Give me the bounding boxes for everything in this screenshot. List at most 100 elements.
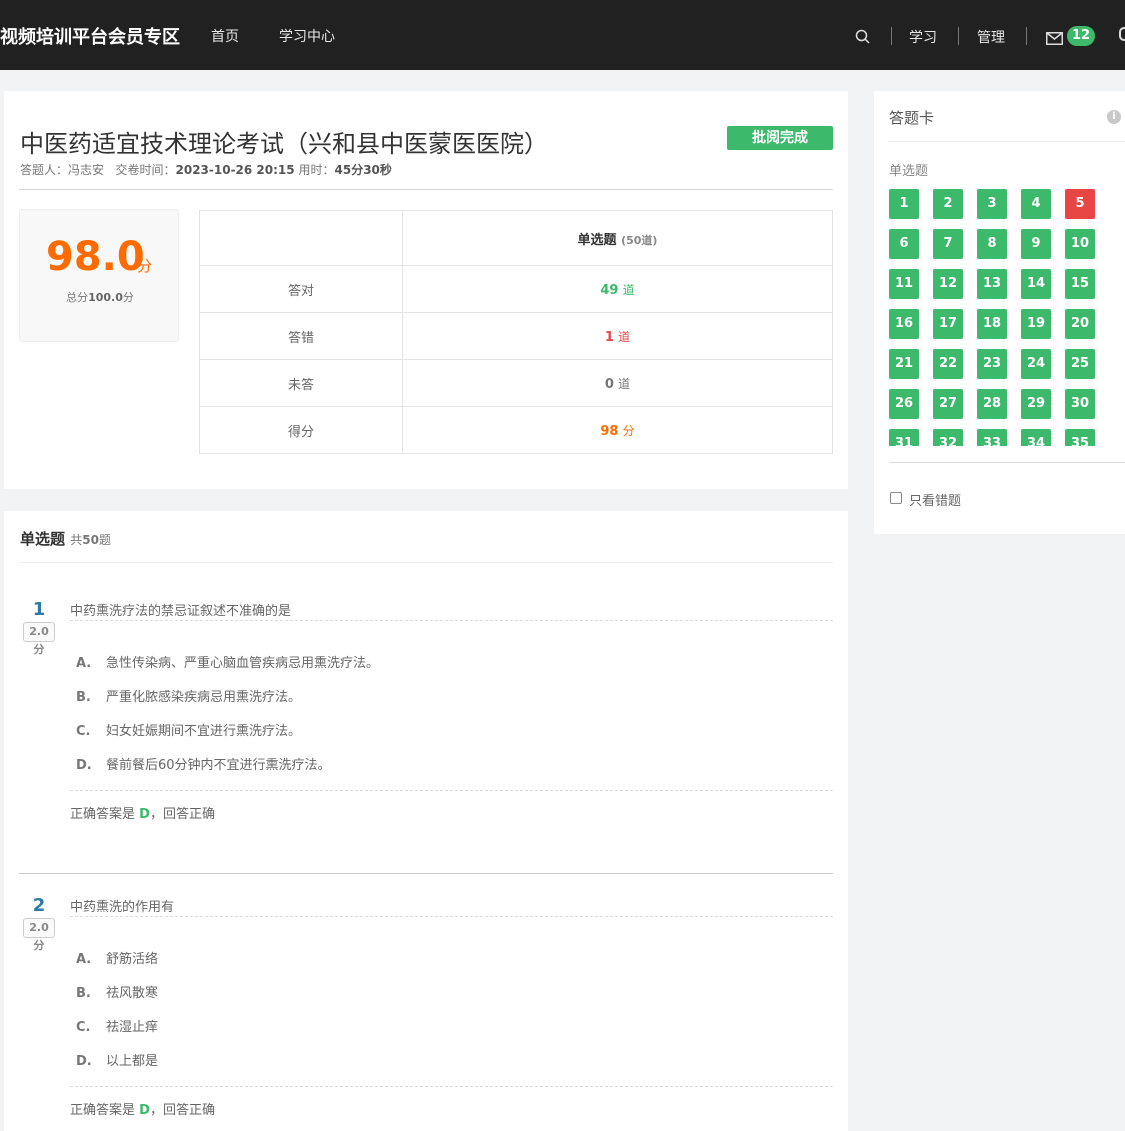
option-a: A. 急性传染病、严重心脑血管疾病忌用熏洗疗法。 [76, 656, 380, 671]
nav-separator [1026, 27, 1027, 45]
score-unit: 分 [137, 257, 153, 275]
question-number: 2 [32, 895, 46, 916]
review-status-badge: 批阅完成 [727, 126, 833, 150]
dashed-divider [70, 1086, 833, 1087]
nav-link-learning-center[interactable]: 学习中心 [279, 26, 335, 46]
stats-row-score: 得分 98 分 [199, 406, 833, 454]
answer-cell-13[interactable]: 13 [977, 269, 1007, 299]
answer-result: 正确答案是 D，回答正确 [70, 1103, 215, 1118]
answer-cell-26[interactable]: 26 [889, 389, 919, 419]
option-d: D. 餐前餐后60分钟内不宜进行熏洗疗法。 [76, 758, 331, 773]
divider [19, 189, 833, 190]
stats-row-correct: 答对 49 道 [199, 265, 833, 313]
answer-cell-10[interactable]: 10 [1065, 229, 1095, 259]
answer-cell-31[interactable]: 31 [889, 429, 919, 446]
option-b: B. 祛风散寒 [76, 986, 159, 1001]
answer-cell-35[interactable]: 35 [1065, 429, 1095, 446]
answer-cell-17[interactable]: 17 [933, 309, 963, 339]
nav-separator [958, 27, 959, 45]
duration-seconds: 30 [363, 163, 380, 177]
section-title: 单选题 共50题 [20, 530, 111, 548]
stats-row-unanswered: 未答 0 道 [199, 359, 833, 407]
stats-table: 单选题 (50道) 答对 49 道 答错 1 道 未答 0 道 得分 98 分 [199, 210, 833, 454]
divider [889, 462, 1125, 463]
divider [19, 562, 833, 563]
answer-cell-22[interactable]: 22 [933, 349, 963, 379]
answer-cell-4[interactable]: 4 [1021, 189, 1051, 219]
answer-cell-16[interactable]: 16 [889, 309, 919, 339]
submit-time: 2023-10-26 20:15 [175, 163, 295, 177]
answer-cell-3[interactable]: 3 [977, 189, 1007, 219]
dashed-divider [70, 790, 833, 791]
nav-link-home[interactable]: 首页 [211, 26, 239, 46]
answerer-name: 冯志安 [68, 163, 105, 177]
answer-cell-24[interactable]: 24 [1021, 349, 1051, 379]
answer-cell-25[interactable]: 25 [1065, 349, 1095, 379]
answer-cell-5[interactable]: 5 [1065, 189, 1095, 219]
answer-cell-28[interactable]: 28 [977, 389, 1007, 419]
answer-cell-2[interactable]: 2 [933, 189, 963, 219]
option-a: A. 舒筋活络 [76, 952, 159, 967]
question-points: 2.0分 [23, 918, 55, 952]
message-count-badge[interactable]: 12 [1067, 26, 1095, 46]
answer-cell-12[interactable]: 12 [933, 269, 963, 299]
answer-cell-1[interactable]: 1 [889, 189, 919, 219]
option-c: C. 妇女妊娠期间不宜进行熏洗疗法。 [76, 724, 302, 739]
score-box: 98.0 分 总分100.0分 [19, 209, 179, 342]
nav-separator [891, 27, 892, 45]
answer-cell-18[interactable]: 18 [977, 309, 1007, 339]
answer-cell-20[interactable]: 20 [1065, 309, 1095, 339]
exam-summary-card: 中医药适宜技术理论考试（兴和县中医蒙医医院） 批阅完成 答题人：冯志安 交卷时间… [4, 91, 848, 489]
stats-row-wrong: 答错 1 道 [199, 312, 833, 360]
brand-title[interactable]: 视频培训平台会员专区 [0, 23, 180, 49]
answer-cell-8[interactable]: 8 [977, 229, 1007, 259]
answer-cell-9[interactable]: 9 [1021, 229, 1051, 259]
answer-cell-30[interactable]: 30 [1065, 389, 1095, 419]
question-number: 1 [32, 599, 46, 620]
answer-cell-15[interactable]: 15 [1065, 269, 1095, 299]
question-text: 中药熏洗的作用有 [70, 900, 175, 915]
exam-title: 中医药适宜技术理论考试（兴和县中医蒙医医院） [20, 130, 548, 158]
info-icon[interactable]: i [1107, 110, 1121, 124]
exam-meta: 答题人：冯志安 交卷时间：2023-10-26 20:15 用时：45分30秒 [20, 163, 392, 177]
paperclip-icon[interactable] [1119, 27, 1125, 41]
answer-cell-7[interactable]: 7 [933, 229, 963, 259]
nav-manage[interactable]: 管理 [977, 27, 1005, 47]
answer-cell-27[interactable]: 27 [933, 389, 963, 419]
option-c: C. 祛湿止痒 [76, 1020, 159, 1035]
answer-result: 正确答案是 D，回答正确 [70, 807, 215, 822]
wrong-only-checkbox[interactable] [890, 492, 902, 504]
answer-cell-23[interactable]: 23 [977, 349, 1007, 379]
stats-header-blank [199, 210, 403, 266]
question-divider [19, 873, 833, 874]
nav-learn[interactable]: 学习 [909, 27, 937, 47]
dashed-divider [70, 916, 833, 917]
top-nav: 视频培训平台会员专区 首页 学习中心 学习 管理 12 [0, 0, 1125, 70]
duration-minutes: 45 [334, 163, 352, 177]
answer-grid: 1 2 3 4 5 6 7 8 9 10 11 12 13 14 15 16 17 18 19 20 21 22 23 24 2… [889, 189, 1125, 446]
divider [889, 141, 1125, 142]
stats-header-row: 单选题 (50道) [199, 210, 833, 266]
answer-cell-19[interactable]: 19 [1021, 309, 1051, 339]
score-value: 98.0 [46, 234, 145, 280]
questions-card: 单选题 共50题 1 2.0分 中药熏洗疗法的禁忌证叙述不准确的是 A. 急性传染… [4, 511, 848, 1131]
option-d: D. 以上都是 [76, 1054, 159, 1069]
answer-cell-29[interactable]: 29 [1021, 389, 1051, 419]
answer-cell-33[interactable]: 33 [977, 429, 1007, 446]
answer-cell-6[interactable]: 6 [889, 229, 919, 259]
answer-cell-14[interactable]: 14 [1021, 269, 1051, 299]
answer-cell-11[interactable]: 11 [889, 269, 919, 299]
answer-sheet-card: 答题卡 i 单选题 1 2 3 4 5 6 7 8 9 10 11 12 13 14 15 16 17 18 19 2… [874, 91, 1125, 534]
answer-cell-34[interactable]: 34 [1021, 429, 1051, 446]
mail-icon[interactable] [1046, 30, 1063, 49]
dashed-divider [70, 620, 833, 621]
answer-cell-21[interactable]: 21 [889, 349, 919, 379]
wrong-only-label[interactable]: 只看错题 [909, 490, 961, 509]
answer-sheet-section: 单选题 [889, 164, 929, 179]
question-points: 2.0分 [23, 622, 55, 656]
question-text: 中药熏洗疗法的禁忌证叙述不准确的是 [70, 604, 292, 619]
answer-sheet-title: 答题卡 [889, 109, 935, 127]
search-icon[interactable] [855, 29, 871, 49]
option-b: B. 严重化脓感染疾病忌用熏洗疗法。 [76, 690, 302, 705]
answer-cell-32[interactable]: 32 [933, 429, 963, 446]
